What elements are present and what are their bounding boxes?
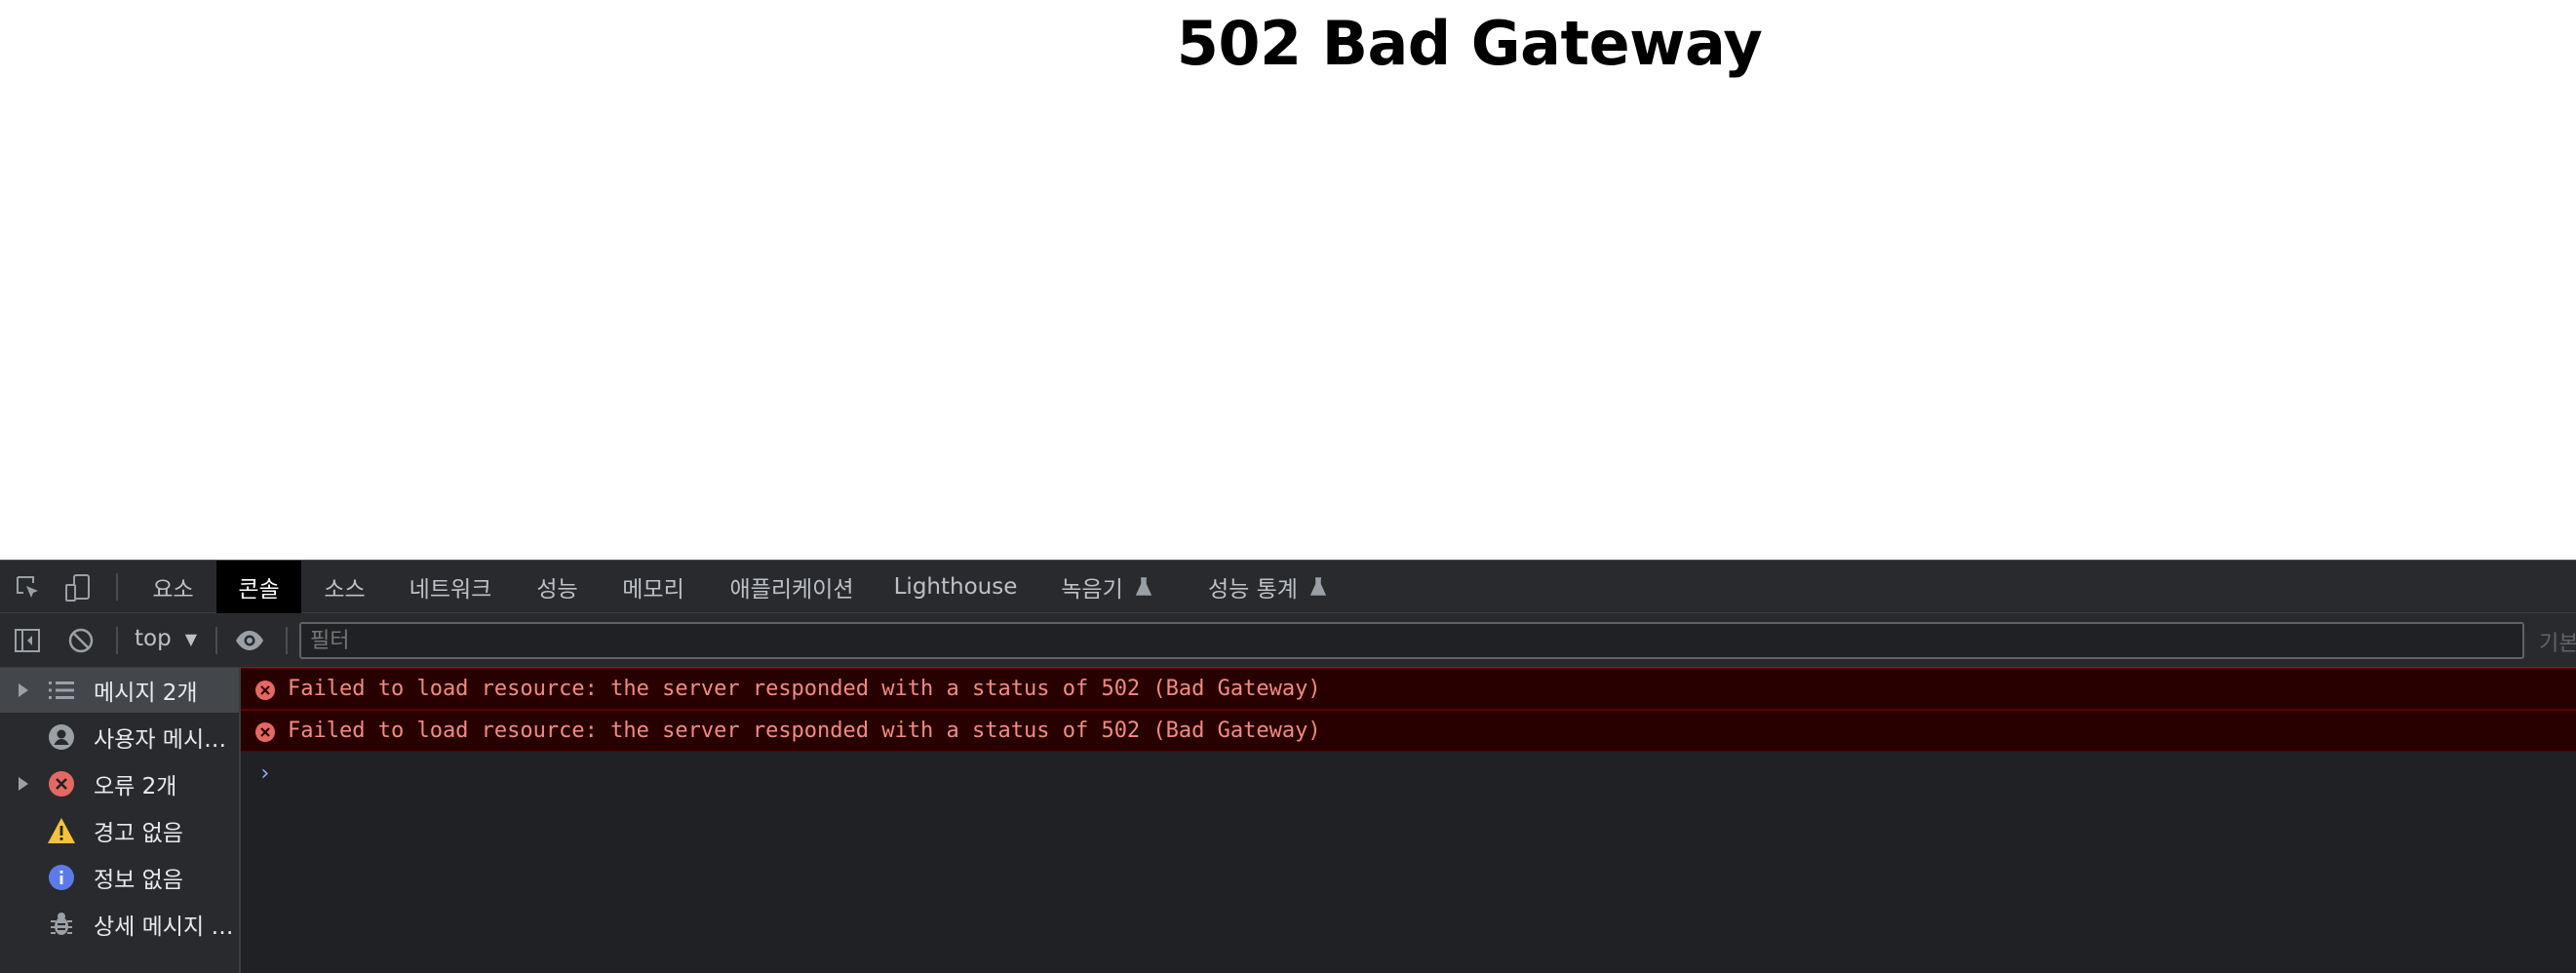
sidebar-item-label: 오류 2개 xyxy=(94,774,177,799)
dropdown-arrow-icon: ▼ xyxy=(184,629,198,648)
expand-arrow-icon[interactable] xyxy=(19,777,28,791)
console-toolbar: top ▼ 기본 xyxy=(0,613,2576,668)
sidebar-item-label: 메시지 2개 xyxy=(94,681,198,706)
console-sidebar: 메시지 2개 사용자 메시지 없음 오류 2개 xyxy=(0,668,241,973)
user-icon xyxy=(47,722,76,752)
tab-recorder-label: 녹음기 xyxy=(1061,577,1123,603)
console-prompt-chevron-icon[interactable]: › xyxy=(258,761,271,786)
tab-sources[interactable]: 소스 xyxy=(309,561,380,613)
toolbar-divider xyxy=(286,627,288,654)
tab-network[interactable]: 네트워크 xyxy=(393,561,508,613)
console-message-error[interactable]: Failed to load resource: the server resp… xyxy=(241,710,2576,752)
tab-performance-insights-label: 성능 통계 xyxy=(1208,577,1298,603)
bug-icon xyxy=(47,910,76,939)
console-message-text: Failed to load resource: the server resp… xyxy=(288,719,1321,743)
info-icon xyxy=(47,863,76,892)
device-toolbar-icon[interactable] xyxy=(62,572,94,603)
page-viewport: 502 Bad Gateway xyxy=(0,0,2576,560)
console-output: Failed to load resource: the server resp… xyxy=(241,668,2576,973)
list-icon xyxy=(47,676,76,705)
context-selector-value: top xyxy=(135,626,172,651)
console-message-text: Failed to load resource: the server resp… xyxy=(288,677,1321,701)
sidebar-item-verbose[interactable]: 상세 메시지 없음 xyxy=(0,902,239,947)
error-icon xyxy=(47,769,76,798)
sidebar-item-info[interactable]: 정보 없음 xyxy=(0,855,239,900)
console-filter-input[interactable] xyxy=(299,622,2524,659)
flask-icon xyxy=(1309,577,1327,597)
tab-performance[interactable]: 성능 xyxy=(520,561,595,613)
tab-recorder[interactable]: 녹음기 xyxy=(1043,561,1170,613)
tab-lighthouse[interactable]: Lighthouse xyxy=(882,561,1029,613)
sidebar-item-label: 정보 없음 xyxy=(94,868,183,893)
toolbar-divider xyxy=(116,627,118,654)
log-levels-dropdown[interactable]: 기본 xyxy=(2539,626,2576,657)
warning-icon xyxy=(47,816,76,845)
tab-application[interactable]: 애플리케이션 xyxy=(713,561,871,613)
sidebar-toggle-icon[interactable] xyxy=(12,625,43,656)
expand-arrow-icon[interactable] xyxy=(19,683,28,697)
toolbar-divider xyxy=(215,627,217,654)
toolbar-divider xyxy=(116,573,118,601)
tab-performance-insights[interactable]: 성능 통계 xyxy=(1199,561,1336,613)
inspect-element-icon[interactable] xyxy=(13,572,44,603)
live-expression-eye-icon[interactable] xyxy=(234,625,265,656)
console-message-error[interactable]: Failed to load resource: the server resp… xyxy=(241,668,2576,710)
context-selector[interactable]: top ▼ xyxy=(135,626,197,651)
tab-console[interactable]: 콘솔 xyxy=(216,561,301,613)
tab-elements[interactable]: 요소 xyxy=(137,561,209,613)
sidebar-item-messages[interactable]: 메시지 2개 xyxy=(0,668,239,713)
error-icon xyxy=(254,721,276,747)
clear-console-icon[interactable] xyxy=(65,625,97,656)
page-title: 502 Bad Gateway xyxy=(1176,8,1763,79)
tab-memory[interactable]: 메모리 xyxy=(606,561,700,613)
sidebar-item-label: 경고 없음 xyxy=(94,821,183,846)
sidebar-item-errors[interactable]: 오류 2개 xyxy=(0,761,239,806)
sidebar-item-warnings[interactable]: 경고 없음 xyxy=(0,808,239,853)
sidebar-item-label: 사용자 메시지 없음 xyxy=(94,727,236,753)
error-icon xyxy=(254,680,276,705)
flask-icon xyxy=(1135,577,1152,597)
devtools-panel: 요소 콘솔 소스 네트워크 성능 메모리 애플리케이션 Lighthouse 녹… xyxy=(0,560,2576,973)
sidebar-item-label: 상세 메시지 없음 xyxy=(94,915,236,940)
devtools-tabbar: 요소 콘솔 소스 네트워크 성능 메모리 애플리케이션 Lighthouse 녹… xyxy=(0,560,2576,613)
sidebar-item-user-messages[interactable]: 사용자 메시지 없음 xyxy=(0,715,239,759)
